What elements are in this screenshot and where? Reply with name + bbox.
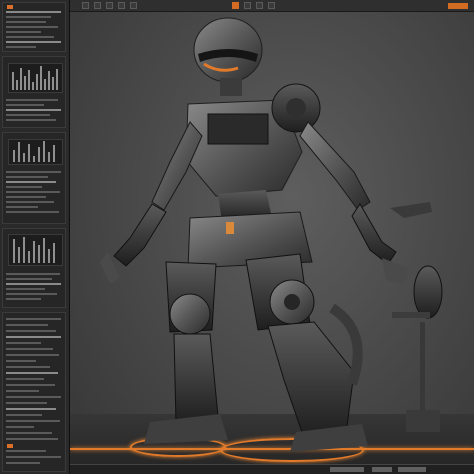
row-line — [6, 16, 51, 18]
row-line — [6, 354, 59, 356]
row-line — [6, 186, 42, 188]
row-line — [6, 46, 36, 48]
row-line — [6, 298, 41, 300]
status-pill — [398, 467, 426, 472]
row-line — [6, 26, 58, 28]
left-shin — [173, 333, 219, 425]
row-line — [6, 420, 60, 422]
warning-chip — [7, 444, 13, 448]
row-line — [6, 372, 58, 374]
row-line — [6, 196, 46, 198]
row-line — [6, 293, 57, 295]
row-line — [6, 462, 40, 464]
grid-button[interactable] — [268, 2, 275, 9]
row-line — [6, 278, 52, 280]
row-line — [6, 378, 44, 380]
row-line — [6, 432, 52, 434]
row-line — [6, 342, 41, 344]
rotate-tool-button[interactable] — [106, 2, 113, 9]
row-line — [6, 414, 42, 416]
status-pill — [330, 467, 364, 472]
editor-window — [0, 0, 474, 474]
left-forearm — [113, 203, 167, 267]
row-line — [6, 288, 45, 290]
row-line — [6, 396, 61, 398]
scale-tool-button[interactable] — [118, 2, 125, 9]
row-line — [6, 119, 56, 121]
status-bar — [70, 464, 474, 474]
right-shin — [267, 321, 355, 439]
top-toolbar — [70, 0, 474, 12]
row-line — [6, 41, 61, 43]
floating-drone — [413, 265, 443, 319]
blaster — [390, 202, 432, 218]
3d-viewport[interactable] — [70, 12, 474, 474]
forearm — [351, 203, 397, 265]
move-tool-button[interactable] — [94, 2, 101, 9]
row-line — [6, 36, 54, 38]
row-line — [6, 330, 56, 332]
snap-tool-button[interactable] — [130, 2, 137, 9]
hand-right — [382, 258, 408, 284]
hip-tag — [226, 222, 234, 234]
left-knee — [169, 293, 211, 335]
camera-button[interactable] — [244, 2, 251, 9]
panel-header-chip — [7, 5, 13, 9]
ground-turret — [406, 410, 440, 432]
row-line — [6, 31, 41, 33]
row-line — [6, 402, 47, 404]
row-line — [6, 273, 60, 275]
select-tool-button[interactable] — [82, 2, 89, 9]
row-line — [6, 104, 44, 106]
row-line — [6, 21, 46, 23]
robot-model[interactable] — [70, 12, 474, 474]
shoulder-core — [286, 98, 306, 118]
row-line — [6, 390, 39, 392]
row-line — [6, 348, 53, 350]
row-line — [6, 181, 56, 183]
row-line — [6, 99, 58, 101]
robot-neck — [220, 78, 242, 96]
upper-arm — [299, 121, 371, 211]
row-line — [6, 360, 36, 362]
row-line — [6, 438, 58, 440]
row-line — [6, 324, 48, 326]
graph-widget — [8, 139, 63, 165]
row-line — [6, 408, 56, 410]
row-line — [6, 336, 61, 338]
layer-preview — [8, 234, 63, 266]
left-foot — [144, 414, 228, 444]
row-line — [6, 318, 61, 320]
row-line — [6, 283, 61, 285]
render-button[interactable] — [232, 2, 239, 9]
row-line — [6, 450, 46, 452]
light-button[interactable] — [256, 2, 263, 9]
row-line — [6, 366, 50, 368]
layers-panel[interactable] — [2, 228, 66, 308]
drone-pylon — [420, 322, 425, 414]
parameters-panel[interactable] — [2, 312, 66, 472]
row-line — [6, 109, 61, 111]
render-status-badge — [448, 3, 468, 9]
row-line — [6, 114, 50, 116]
bar-widget — [8, 63, 63, 93]
row-line — [6, 11, 61, 13]
chest-plate — [207, 113, 269, 145]
properties-panel[interactable] — [2, 2, 66, 52]
row-line — [6, 206, 38, 208]
row-line — [6, 384, 55, 386]
status-pill — [372, 467, 392, 472]
graph-panel[interactable] — [2, 132, 66, 224]
drone-arm — [392, 312, 430, 318]
row-line — [6, 426, 34, 428]
right-knee-core — [284, 294, 300, 310]
row-line — [6, 201, 54, 203]
row-line — [6, 171, 61, 173]
left-panel — [0, 0, 70, 474]
row-line — [6, 176, 48, 178]
row-line — [6, 211, 59, 213]
row-line — [6, 456, 61, 458]
row-line — [6, 191, 60, 193]
stack-panel[interactable] — [2, 56, 66, 128]
